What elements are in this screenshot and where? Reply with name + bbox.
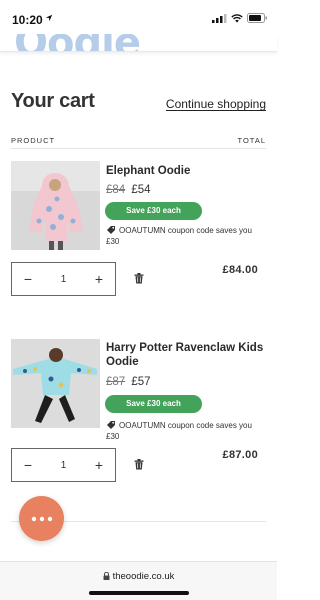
url-display[interactable]: theoodie.co.uk: [0, 571, 277, 582]
wifi-icon: [231, 13, 243, 22]
quantity-stepper[interactable]: − 1 +: [11, 448, 116, 482]
price-old: £87: [106, 376, 126, 388]
decrease-quantity-button[interactable]: −: [12, 457, 44, 473]
lock-icon: [103, 572, 110, 580]
price-row: £87 £57: [106, 376, 151, 388]
product-image-elephant-oodie[interactable]: [11, 161, 100, 250]
location-arrow-icon: [45, 14, 53, 22]
increase-quantity-button[interactable]: +: [83, 271, 115, 287]
chat-dots-icon: [31, 516, 52, 521]
status-icons: [212, 13, 268, 23]
product-image-ravenclaw-kids-oodie[interactable]: [11, 339, 100, 428]
site-logo[interactable]: Oodie: [14, 34, 141, 51]
battery-icon: [247, 13, 267, 23]
divider: [11, 148, 266, 149]
coupon-text: OOAUTUMN coupon code saves you £30: [106, 421, 252, 441]
trash-icon[interactable]: [134, 273, 144, 284]
elephant-oodie-picture: [11, 161, 100, 250]
chat-button[interactable]: [19, 496, 64, 541]
product-name[interactable]: Harry Potter Ravenclaw Kids Oodie: [106, 341, 266, 369]
quantity-input[interactable]: 1: [44, 274, 83, 285]
status-time: 10:20: [12, 13, 43, 27]
quantity-input[interactable]: 1: [44, 460, 83, 471]
line-total: £84.00: [222, 264, 258, 276]
ravenclaw-oodie-picture: [11, 339, 100, 428]
increase-quantity-button[interactable]: +: [83, 457, 115, 473]
decrease-quantity-button[interactable]: −: [12, 271, 44, 287]
trash-icon[interactable]: [134, 459, 144, 470]
price-old: £84: [106, 184, 126, 196]
column-header-total: TOTAL: [237, 136, 266, 145]
price-new: £57: [131, 376, 151, 388]
url-text: theoodie.co.uk: [112, 571, 175, 582]
site-header: Oodie: [0, 34, 277, 52]
product-name[interactable]: Elephant Oodie: [106, 164, 266, 178]
price-row: £84 £54: [106, 184, 151, 196]
tag-icon: [107, 421, 115, 429]
price-new: £54: [131, 184, 151, 196]
status-bar: 10:20: [0, 0, 277, 34]
continue-shopping-link[interactable]: Continue shopping: [166, 97, 266, 111]
signal-icon: [212, 13, 227, 23]
save-badge: Save £30 each: [105, 395, 202, 413]
coupon-note: OOAUTUMN coupon code saves you £30: [106, 225, 266, 247]
home-indicator: [89, 591, 189, 595]
save-badge: Save £30 each: [105, 202, 202, 220]
browser-address-bar[interactable]: theoodie.co.uk: [0, 561, 277, 600]
page-title: Your cart: [11, 90, 95, 112]
tag-icon: [107, 226, 115, 234]
quantity-stepper[interactable]: − 1 +: [11, 262, 116, 296]
coupon-text: OOAUTUMN coupon code saves you £30: [106, 226, 252, 246]
line-total: £87.00: [222, 449, 258, 461]
coupon-note: OOAUTUMN coupon code saves you £30: [106, 420, 266, 442]
column-header-product: PRODUCT: [11, 136, 56, 145]
